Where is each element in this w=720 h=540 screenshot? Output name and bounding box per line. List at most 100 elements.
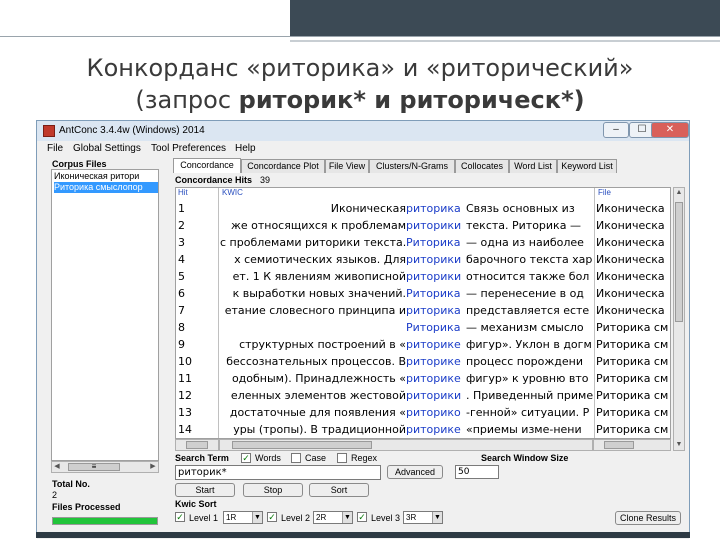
table-row[interactable]: 4 х семиотических языков. Для риторики бар… bbox=[176, 251, 670, 268]
scroll-thumb[interactable] bbox=[675, 202, 683, 322]
column-header-hit[interactable]: Hit bbox=[178, 188, 188, 198]
search-term-input[interactable]: риторик* bbox=[175, 465, 381, 480]
left-context: достаточные для появления « bbox=[229, 406, 406, 419]
stop-button[interactable]: Stop bbox=[243, 483, 303, 497]
table-row[interactable]: 3 с проблемами риторики текста. Риторика —… bbox=[176, 234, 670, 251]
slide-title: Конкорданс «риторика» и «риторический» (… bbox=[0, 52, 720, 116]
level1-value: 1R bbox=[226, 513, 237, 522]
left-context: уры (тропы). В традиционной bbox=[233, 423, 406, 436]
menu-file[interactable]: File bbox=[47, 143, 63, 154]
client-area: Corpus Files Иконическая ритори Риторика… bbox=[37, 157, 689, 539]
kwic-column-hscroll[interactable] bbox=[219, 439, 593, 451]
table-row[interactable]: 8 Риторика — механизм смысло Риторика см bbox=[176, 319, 670, 336]
table-row[interactable]: 11 одобным). Принадлежность «риторике фиг… bbox=[176, 370, 670, 387]
file-name: Риторика см bbox=[596, 321, 669, 334]
left-context: к выработки новых значений. bbox=[232, 287, 406, 300]
right-context: текста. Риторика — bbox=[466, 219, 581, 232]
left-context bbox=[220, 319, 406, 336]
tab-keyword-list[interactable]: Keyword List bbox=[557, 159, 617, 173]
keyword: риторики bbox=[406, 219, 462, 232]
search-term-label: Search Term bbox=[175, 453, 229, 463]
table-row[interactable]: 13 достаточные для появления «риторико -ге… bbox=[176, 404, 670, 421]
table-row[interactable]: 2 же относящихся к проблемам риторики текс… bbox=[176, 217, 670, 234]
corpus-file-item[interactable]: Иконическая ритори bbox=[54, 171, 158, 182]
app-icon bbox=[43, 125, 55, 137]
file-list-hscroll[interactable]: ◀ ≡ ▶ bbox=[51, 461, 159, 473]
right-context: — одна из наиболее bbox=[466, 236, 584, 249]
close-button[interactable]: ✕ bbox=[651, 122, 689, 138]
advanced-button[interactable]: Advanced bbox=[387, 465, 443, 479]
file-name: Иконическа bbox=[596, 236, 665, 249]
hit-number: 2 bbox=[178, 219, 185, 232]
table-row[interactable]: 6 к выработки новых значений. Риторика — п… bbox=[176, 285, 670, 302]
file-column-hscroll[interactable] bbox=[593, 439, 671, 451]
minimize-button[interactable]: – bbox=[603, 122, 629, 138]
level1-label: Level 1 bbox=[189, 513, 219, 523]
menu-help[interactable]: Help bbox=[235, 143, 256, 154]
table-row[interactable]: 7 етание словесного принципа и риторика пр… bbox=[176, 302, 670, 319]
level3-checkbox[interactable]: ✓ bbox=[357, 512, 367, 522]
case-checkbox[interactable] bbox=[291, 453, 301, 463]
menu-tool-preferences[interactable]: Tool Preferences bbox=[151, 143, 226, 154]
chevron-down-icon[interactable]: ▼ bbox=[432, 512, 442, 523]
scroll-down-icon[interactable]: ▼ bbox=[674, 440, 684, 450]
hit-column-hscroll[interactable] bbox=[175, 439, 219, 451]
search-window-size-input[interactable]: 50 bbox=[455, 465, 499, 479]
right-context: Связь основных из bbox=[466, 202, 575, 215]
sort-button[interactable]: Sort bbox=[309, 483, 369, 497]
chevron-down-icon[interactable]: ▼ bbox=[252, 512, 262, 523]
tab-collocates[interactable]: Collocates bbox=[455, 159, 509, 173]
scroll-thumb[interactable] bbox=[186, 441, 208, 449]
tab-concordance-plot[interactable]: Concordance Plot bbox=[241, 159, 325, 173]
slide-bottom-band bbox=[36, 532, 690, 538]
right-context: фигур». Уклон в догм bbox=[466, 338, 592, 351]
left-context: структурных построений в « bbox=[239, 338, 406, 351]
keyword: риторике bbox=[406, 338, 461, 351]
level2-select[interactable]: 2R ▼ bbox=[313, 511, 353, 524]
chevron-down-icon[interactable]: ▼ bbox=[342, 512, 352, 523]
table-row[interactable]: 5 ет. 1 К явлениям живописной риторики отн… bbox=[176, 268, 670, 285]
scroll-thumb[interactable] bbox=[232, 441, 372, 449]
level2-checkbox[interactable]: ✓ bbox=[267, 512, 277, 522]
scroll-thumb[interactable]: ≡ bbox=[68, 463, 120, 471]
file-name: Риторика см bbox=[596, 355, 669, 368]
menu-global-settings[interactable]: Global Settings bbox=[73, 143, 141, 154]
words-checkbox[interactable]: ✓ bbox=[241, 453, 251, 463]
table-row[interactable]: 14 уры (тропы). В традиционной риторике «п… bbox=[176, 421, 670, 438]
words-label: Words bbox=[255, 453, 281, 463]
table-row[interactable]: 12 еленных элементов жестовой риторики . Пр… bbox=[176, 387, 670, 404]
level3-select[interactable]: 3R ▼ bbox=[403, 511, 443, 524]
file-name: Иконическа bbox=[596, 287, 665, 300]
concordance-vscroll[interactable]: ▲ ▼ bbox=[673, 187, 685, 451]
total-no-label: Total No. bbox=[52, 479, 90, 489]
scroll-right-icon[interactable]: ▶ bbox=[148, 462, 158, 472]
table-row[interactable]: 1 Иконическая риторика Связь основных из Ик… bbox=[176, 200, 670, 217]
kwic-sort-label: Kwic Sort bbox=[175, 499, 217, 509]
level1-checkbox[interactable]: ✓ bbox=[175, 512, 185, 522]
clone-results-button[interactable]: Clone Results bbox=[615, 511, 681, 525]
scroll-thumb[interactable] bbox=[604, 441, 634, 449]
scroll-up-icon[interactable]: ▲ bbox=[674, 188, 684, 198]
column-header-file[interactable]: File bbox=[598, 188, 611, 198]
corpus-file-list[interactable]: Иконическая ритори Риторика смыслопор bbox=[51, 169, 159, 461]
slide-title-line-1: Конкорданс «риторика» и «риторический» bbox=[86, 54, 634, 82]
concordance-table[interactable]: Hit KWIC File 1 Иконическая риторика Связь… bbox=[175, 187, 671, 439]
level2-value: 2R bbox=[316, 513, 327, 522]
table-row[interactable]: 10 бессознательных процессов. Вриторике п… bbox=[176, 353, 670, 370]
tab-clusters-ngrams[interactable]: Clusters/N-Grams bbox=[369, 159, 455, 173]
tab-word-list[interactable]: Word List bbox=[509, 159, 557, 173]
left-context: еленных элементов жестовой bbox=[230, 389, 406, 402]
table-row[interactable]: 9 структурных построений в «риторике фигу… bbox=[176, 336, 670, 353]
start-button[interactable]: Start bbox=[175, 483, 235, 497]
level2-label: Level 2 bbox=[281, 513, 311, 523]
title-bar[interactable]: AntConc 3.4.4w (Windows) 2014 – ☐ ✕ bbox=[37, 121, 689, 141]
corpus-file-item-selected[interactable]: Риторика смыслопор bbox=[54, 182, 158, 193]
file-name: Иконическа bbox=[596, 253, 665, 266]
scroll-left-icon[interactable]: ◀ bbox=[52, 462, 62, 472]
regex-checkbox[interactable] bbox=[337, 453, 347, 463]
keyword: риторики bbox=[406, 270, 462, 283]
column-header-kwic[interactable]: KWIC bbox=[222, 188, 243, 198]
level1-select[interactable]: 1R ▼ bbox=[223, 511, 263, 524]
tab-file-view[interactable]: File View bbox=[325, 159, 369, 173]
tab-concordance[interactable]: Concordance bbox=[173, 158, 241, 173]
